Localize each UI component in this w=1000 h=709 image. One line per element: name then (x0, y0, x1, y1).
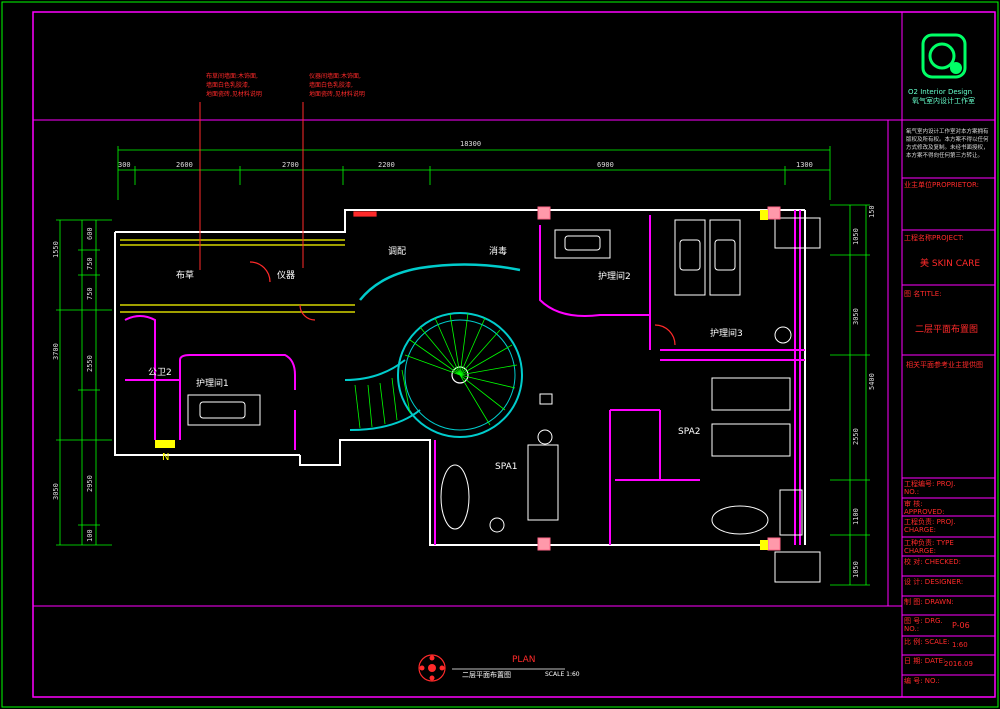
proj-charge-label: 工程负责: PROJ. CHARGE: (904, 518, 956, 534)
cad-drawing (1, 1, 999, 708)
room-tiaopei: 调配 (388, 247, 407, 257)
room-hulijian1: 护理间1 (196, 379, 229, 389)
north-label: N (162, 452, 170, 463)
note1-line2: 墙面白色乳胶漆, (206, 82, 250, 89)
dim-left-6: 2550 (86, 355, 94, 372)
type-charge-label: 工种负责: TYPE CHARGE: (904, 539, 954, 555)
room-hulijian2: 护理间2 (598, 272, 631, 282)
room-xiaodu: 消毒 (489, 247, 508, 257)
note2-line2: 墙面白色乳胶漆, (309, 82, 353, 89)
company-cn: 氧气室内设计工作室 (912, 97, 975, 105)
title-value: 二层平面布置图 (915, 325, 979, 335)
dim-left-5: 3700 (52, 343, 60, 360)
drg-no-value: P-06 (952, 621, 970, 630)
dim-left-2: 600 (86, 227, 94, 240)
dim-right-4: 5400 (868, 373, 876, 390)
dim-total: 18300 (460, 140, 482, 148)
dim-right-1: 150 (868, 205, 876, 218)
dim-right-7: 1050 (852, 561, 860, 578)
checked-label: 校 对: CHECKED: (904, 558, 962, 566)
dim-right-5: 2550 (852, 428, 860, 445)
room-spa2: SPA2 (678, 427, 701, 437)
scale-value: 1:60 (952, 641, 968, 649)
drg-no-label: 图 号: DRG. NO.: (904, 617, 943, 633)
proprietor-label: 业主单位PROPRIETOR: (904, 181, 979, 189)
dim-top-2: 2600 (176, 161, 193, 169)
dim-top-3: 2700 (282, 161, 299, 169)
note1-line3: 地面瓷砖,见材料说明 (206, 91, 262, 98)
room-bucao: 布草 (176, 271, 195, 281)
room-yiqi: 仪器 (277, 271, 296, 281)
dim-right-2: 1050 (852, 228, 860, 245)
no-label: 编 号: NO.: (904, 677, 940, 685)
dim-left-1: 1550 (52, 241, 60, 258)
project-label: 工程名称PROJECT: (904, 234, 964, 242)
dim-left-8: 2950 (86, 475, 94, 492)
company-en: O2 Interior Design (908, 88, 973, 96)
drawn-label: 制 图: DRAWN: (904, 598, 954, 606)
plan-caption-scale: SCALE 1:60 (545, 671, 580, 678)
note2-line1: 仪器间墙面:木饰面, (309, 73, 361, 80)
compass-icon (418, 654, 446, 682)
dim-top-5: 6900 (597, 161, 614, 169)
proj-no-label: 工程编号: PROJ. NO.: (904, 480, 956, 496)
dim-top-1: 300 (118, 161, 131, 169)
dim-right-6: 1100 (852, 508, 860, 525)
project-value: 美 SKIN CARE (920, 259, 981, 269)
note1-line1: 布草间墙面:木饰面, (206, 73, 258, 80)
note-label: 相关平面参考业主提供图 (906, 361, 983, 369)
room-hulijian3: 护理间3 (710, 329, 743, 339)
dim-left-7: 3050 (52, 483, 60, 500)
approved-label: 审 核: APPROVED: (904, 500, 945, 516)
scale-label: 比 例: SCALE: (904, 638, 950, 646)
dim-right-3: 3050 (852, 308, 860, 325)
copyright-text: 氧气室内设计工作室对本方案拥有版权及所有权。本方案不得以任何方式修改及复制。未经… (906, 129, 989, 159)
note2-line3: 地面瓷砖,见材料说明 (309, 91, 365, 98)
date-value: 2016.09 (944, 660, 973, 668)
dim-top-4: 2200 (378, 161, 395, 169)
dim-left-4: 750 (86, 287, 94, 300)
dim-left-3: 750 (86, 257, 94, 270)
dim-top-6: 1300 (796, 161, 813, 169)
room-spa1: SPA1 (495, 462, 518, 472)
dim-left-9: 100 (86, 529, 94, 542)
title-label: 图 名TITLE: (904, 290, 942, 298)
designer-label: 设 计: DESIGNER: (904, 578, 964, 586)
plan-caption-cn: 二层平面布置图 (462, 671, 511, 679)
plan-caption-en: PLAN (512, 655, 536, 665)
room-gongwei2: 公卫2 (148, 368, 172, 378)
